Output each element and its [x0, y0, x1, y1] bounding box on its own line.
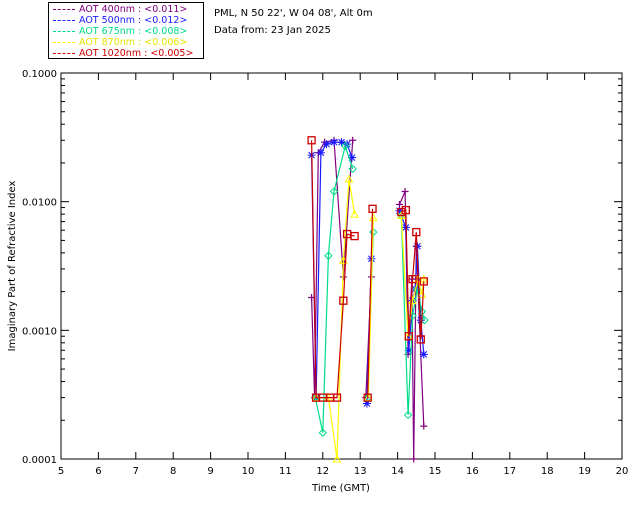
legend-item-870nm: AOT 870nm : <0.006> — [53, 37, 187, 48]
data-point — [316, 148, 325, 157]
series-line — [311, 139, 354, 398]
data-point — [322, 140, 331, 149]
y-tick-label: 0.0010 — [22, 326, 57, 337]
series-line — [367, 208, 374, 398]
x-tick-label: 7 — [133, 466, 139, 477]
x-tick-label: 15 — [429, 466, 442, 477]
x-tick-label: 10 — [242, 466, 255, 477]
y-axis: 0.1000 0.0100 0.0010 0.0001 — [22, 69, 622, 466]
legend-line-500nm — [53, 20, 75, 21]
data-point — [330, 138, 339, 147]
legend-line-400nm — [53, 9, 75, 10]
x-tick-label: 8 — [170, 466, 176, 477]
y-tick-label: 0.1000 — [22, 69, 57, 80]
plot-frame — [60, 72, 623, 460]
legend-item-675nm: AOT 675nm : <0.008> — [53, 26, 187, 37]
legend-label-870nm: AOT 870nm : <0.006> — [79, 37, 188, 48]
chart-canvas: 5 6 7 8 9 10 11 12 13 14 15 16 17 18 19 20 0.1000 0.0100… — [7, 69, 629, 494]
location-text: PML, N 50 22', W 04 08', Alt 0m — [214, 8, 373, 19]
y-tick-label: 0.0100 — [22, 198, 57, 209]
series-line — [367, 217, 374, 398]
x-tick-label: 14 — [391, 466, 404, 477]
legend-line-870nm — [53, 42, 75, 43]
legend-label-675nm: AOT 675nm : <0.008> — [79, 26, 188, 37]
x-tick-label: 6 — [95, 466, 101, 477]
legend-label-400nm: AOT 400nm : <0.011> — [79, 4, 188, 15]
x-tick-label: 13 — [354, 466, 367, 477]
x-tick-label: 19 — [578, 466, 591, 477]
series-aot-400nm — [308, 136, 428, 463]
x-tick-label: 18 — [541, 466, 554, 477]
data-point — [349, 136, 357, 144]
x-axis-label: Time (GMT) — [311, 483, 370, 494]
data-point — [401, 187, 409, 195]
legend-label-500nm: AOT 500nm : <0.012> — [79, 15, 188, 26]
legend-item-1020nm: AOT 1020nm : <0.005> — [53, 48, 193, 59]
series-layer — [307, 136, 429, 463]
data-point — [337, 138, 346, 147]
x-tick-label: 12 — [316, 466, 329, 477]
x-tick-label: 5 — [58, 466, 64, 477]
data-point — [419, 350, 428, 359]
series-line — [316, 178, 356, 460]
x-tick-label: 20 — [616, 466, 629, 477]
data-point — [410, 455, 418, 463]
legend-item-500nm: AOT 500nm : <0.012> — [53, 15, 187, 26]
legend-item-400nm: AOT 400nm : <0.011> — [53, 4, 187, 15]
legend-label-1020nm: AOT 1020nm : <0.005> — [79, 48, 194, 59]
y-axis-label: Imaginary Part of Refractive Index — [7, 181, 18, 352]
data-point — [420, 422, 428, 430]
x-tick-label: 16 — [466, 466, 479, 477]
x-tick-label: 17 — [503, 466, 516, 477]
x-tick-label: 11 — [279, 466, 292, 477]
legend-line-675nm — [53, 31, 75, 32]
y-tick-label: 0.0001 — [22, 455, 57, 466]
date-text: Data from: 23 Jan 2025 — [214, 25, 331, 36]
series-line — [314, 144, 354, 433]
x-tick-label: 9 — [207, 466, 213, 477]
legend-line-1020nm — [53, 53, 75, 54]
legend: AOT 400nm : <0.011> AOT 500nm : <0.012> … — [48, 2, 204, 59]
